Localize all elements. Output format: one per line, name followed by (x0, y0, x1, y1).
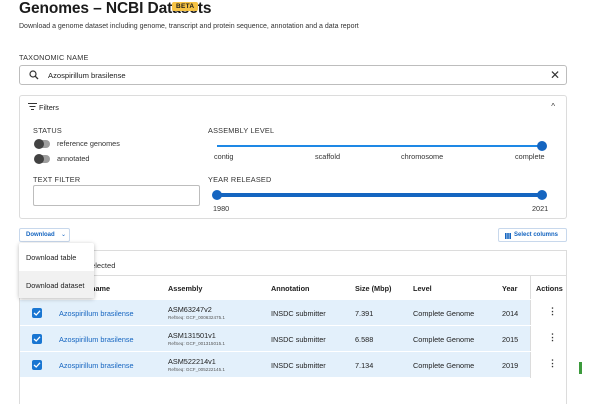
close-icon[interactable]: ✕ (550, 69, 560, 81)
year-cell: 2015 (502, 335, 519, 344)
filters-label: Filters (39, 103, 59, 112)
column-header-size[interactable]: Size (Mbp) (355, 284, 391, 293)
table-header-row: name Assembly Annotation Size (Mbp) Leve… (20, 275, 566, 300)
assembly-level-tick: contig (214, 152, 234, 161)
column-header-annotation[interactable]: Annotation (271, 284, 310, 293)
assembly-level-tick: chromosome (401, 152, 444, 161)
beta-badge: BETA (172, 2, 199, 11)
year-released-label: YEAR RELEASED (208, 175, 272, 184)
selected-count-text: elected (91, 261, 116, 270)
annotation-cell: INSDC submitter (271, 361, 326, 370)
year-max-label: 2021 (532, 204, 549, 213)
year-min-label: 1980 (213, 204, 230, 213)
scroll-indicator (579, 362, 582, 374)
filter-list-icon (28, 103, 37, 110)
reference-genomes-toggle[interactable] (34, 139, 50, 149)
more-vert-icon[interactable]: ⋮ (548, 359, 557, 368)
size-cell: 6.588 (355, 335, 374, 344)
download-label: Download (26, 232, 55, 238)
select-columns-label: Select columns (514, 232, 559, 238)
assembly-accession: RefSeq: GCF_001315015.1 (168, 341, 225, 346)
download-menu: Download table Download dataset (19, 243, 94, 298)
row-checkbox[interactable] (32, 360, 42, 370)
column-header-level[interactable]: Level (413, 284, 432, 293)
columns-icon (505, 233, 511, 239)
year-cell: 2014 (502, 309, 519, 318)
column-header-actions: Actions (530, 276, 566, 300)
level-cell: Complete Genome (413, 361, 475, 370)
organism-link[interactable]: Azospirillum brasilense (59, 309, 134, 318)
level-cell: Complete Genome (413, 309, 475, 318)
row-checkbox[interactable] (32, 308, 42, 318)
assembly-accession: RefSeq: GCF_005222145.1 (168, 367, 225, 372)
row-actions-cell: ⋮ (530, 300, 566, 326)
download-button[interactable]: Download ⌄ (19, 228, 70, 242)
assembly-level-label: ASSEMBLY LEVEL (208, 126, 275, 135)
row-checkbox[interactable] (32, 334, 42, 344)
filters-panel: Filters ^ STATUS reference genomes annot… (19, 95, 567, 219)
reference-genomes-label: reference genomes (57, 139, 120, 148)
assembly-level-tick: complete (515, 152, 545, 161)
assembly-name: ASM63247v2 (168, 305, 212, 314)
check-icon (33, 310, 41, 316)
text-filter-label: TEXT FILTER (33, 175, 81, 184)
year-max-thumb[interactable] (537, 190, 547, 200)
check-icon (33, 336, 41, 342)
size-cell: 7.134 (355, 361, 374, 370)
assembly-level-tick: scaffold (315, 152, 341, 161)
status-label: STATUS (33, 126, 62, 135)
annotated-toggle[interactable] (34, 154, 50, 164)
column-header-year[interactable]: Year (502, 284, 517, 293)
level-cell: Complete Genome (413, 335, 475, 344)
select-columns-button[interactable]: Select columns (498, 228, 567, 242)
results-table: elected name Assembly Annotation Size (M… (19, 250, 567, 404)
page-subtitle: Download a genome dataset including geno… (19, 23, 359, 30)
year-cell: 2019 (502, 361, 519, 370)
taxonomic-name-input[interactable]: Azospirillum brasilense ✕ (19, 65, 567, 85)
organism-link[interactable]: Azospirillum brasilense (59, 361, 134, 370)
year-released-track[interactable] (217, 193, 542, 197)
column-header-assembly[interactable]: Assembly (168, 284, 202, 293)
table-row[interactable]: Azospirillum brasilense ASM522214v1 RefS… (20, 351, 566, 378)
organism-link[interactable]: Azospirillum brasilense (59, 335, 134, 344)
assembly-level-thumb[interactable] (537, 141, 547, 151)
annotated-label: annotated (57, 154, 90, 163)
taxonomic-name-label: TAXONOMIC NAME (19, 53, 89, 62)
check-icon (33, 362, 41, 368)
year-min-thumb[interactable] (212, 190, 222, 200)
annotation-cell: INSDC submitter (271, 335, 326, 344)
size-cell: 7.391 (355, 309, 374, 318)
table-row[interactable]: Azospirillum brasilense ASM131501v1 RefS… (20, 325, 566, 352)
more-vert-icon[interactable]: ⋮ (548, 333, 557, 342)
chevron-up-icon[interactable]: ^ (551, 102, 555, 111)
annotation-cell: INSDC submitter (271, 309, 326, 318)
search-icon (29, 70, 39, 80)
row-actions-cell: ⋮ (530, 326, 566, 352)
assembly-name: ASM131501v1 (168, 331, 216, 340)
assembly-name: ASM522214v1 (168, 357, 216, 366)
row-actions-cell: ⋮ (530, 352, 566, 378)
assembly-level-track[interactable] (217, 145, 542, 147)
table-row[interactable]: Azospirillum brasilense ASM63247v2 RefSe… (20, 299, 566, 326)
chevron-down-icon: ⌄ (61, 232, 67, 238)
menu-item-download-table[interactable]: Download table (19, 243, 94, 270)
text-filter-input[interactable] (33, 185, 200, 206)
taxonomic-name-value: Azospirillum brasilense (48, 71, 126, 80)
menu-item-download-dataset[interactable]: Download dataset (19, 271, 94, 298)
more-vert-icon[interactable]: ⋮ (548, 307, 557, 316)
assembly-accession: RefSeq: GCF_000632475.1 (168, 315, 225, 320)
